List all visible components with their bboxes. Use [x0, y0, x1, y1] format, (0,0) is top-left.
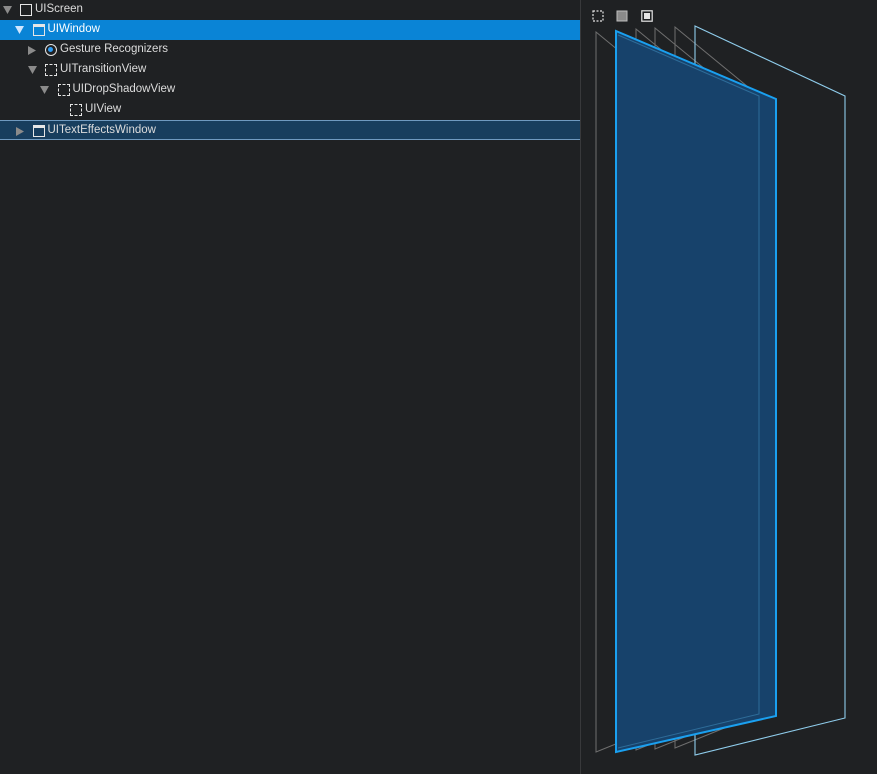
- tree-row-label: UITransitionView: [60, 63, 147, 75]
- view-hierarchy-outline[interactable]: UIScreen UIWindow Gesture Recognizers UITra…: [0, 0, 580, 774]
- view-3d-canvas[interactable]: [581, 0, 877, 774]
- disclosure-expanded-icon[interactable]: [2, 5, 12, 15]
- layer-uiwindow-selected[interactable]: [615, 29, 777, 754]
- dashed-square-icon: [70, 104, 82, 116]
- tree-row-label: UIWindow: [47, 23, 100, 35]
- disclosure-collapsed-icon[interactable]: [15, 126, 25, 136]
- view-debugger: UIScreen UIWindow Gesture Recognizers UITra…: [0, 0, 877, 774]
- tree-row-uiview[interactable]: UIView: [0, 100, 580, 120]
- tree-row-label: UIScreen: [35, 3, 83, 15]
- window-icon: [32, 24, 45, 36]
- tree-row-label: UIDropShadowView: [72, 83, 176, 95]
- tree-row-label: UITextEffectsWindow: [47, 124, 156, 136]
- disclosure-expanded-icon[interactable]: [40, 85, 50, 95]
- tree-row-label: Gesture Recognizers: [60, 43, 169, 55]
- disclosure-expanded-icon[interactable]: [27, 65, 37, 75]
- dashed-square-icon: [57, 84, 70, 96]
- tree-row-uiscreen[interactable]: UIScreen: [0, 0, 580, 20]
- tree-row-uitexteffectswindow[interactable]: UITextEffectsWindow: [0, 120, 580, 140]
- window-icon: [32, 125, 45, 137]
- gesture-icon: [45, 44, 57, 56]
- tree-row-uitransitionview[interactable]: UITransitionView: [0, 60, 580, 80]
- disclosure-expanded-icon[interactable]: [15, 25, 25, 35]
- layer-stack[interactable]: [581, 0, 877, 774]
- disclosure-collapsed-icon[interactable]: [27, 45, 37, 55]
- tree-row-label: UIView: [85, 103, 122, 115]
- tree-row-gesture-recognizers[interactable]: Gesture Recognizers: [0, 40, 580, 60]
- tree-row-uiwindow[interactable]: UIWindow: [0, 20, 580, 40]
- dashed-square-icon: [45, 64, 57, 76]
- square-icon: [20, 4, 32, 16]
- tree-row-uidropshadowview[interactable]: UIDropShadowView: [0, 80, 580, 100]
